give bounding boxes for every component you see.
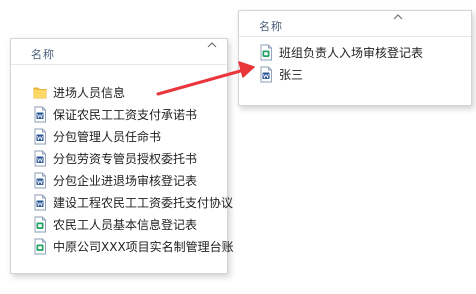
- file-name: 分包企业进退场审核登记表: [53, 173, 198, 188]
- left-file-pane: 名称 进场人员信息 保证农民工工资支付承诺书 分包管理人员任命书 分包劳资专管员…: [10, 38, 234, 274]
- word-doc-icon: [33, 194, 47, 211]
- file-name: 分包劳资专管员授权委托书: [53, 151, 198, 166]
- file-name: 分包管理人员任命书: [53, 129, 162, 144]
- list-item[interactable]: 中原公司XXX项目实名制管理台账: [11, 235, 234, 257]
- file-name: 班组负责人入场审核登记表: [279, 45, 424, 60]
- list-item[interactable]: 分包企业进退场审核登记表: [11, 169, 227, 191]
- file-name: 农民工人员基本信息登记表: [53, 217, 198, 232]
- word-doc-icon: [33, 150, 47, 167]
- excel-doc-icon: [259, 44, 273, 61]
- file-name: 进场人员信息: [53, 85, 126, 100]
- word-doc-icon: [259, 66, 273, 83]
- file-name: 张三: [279, 67, 304, 82]
- sort-ascending-icon[interactable]: [207, 41, 217, 49]
- file-name: 保证农民工工资支付承诺书: [53, 107, 198, 122]
- name-column-header[interactable]: 名称: [11, 39, 227, 65]
- name-column-label: 名称: [31, 48, 55, 61]
- list-item[interactable]: 农民工人员基本信息登记表: [11, 213, 227, 235]
- explorer-stage: 名称 进场人员信息 保证农民工工资支付承诺书 分包管理人员任命书 分包劳资专管员…: [0, 0, 476, 294]
- word-doc-icon: [33, 128, 47, 145]
- file-list: 进场人员信息 保证农民工工资支付承诺书 分包管理人员任命书 分包劳资专管员授权委…: [11, 65, 234, 257]
- name-column-header[interactable]: 名称: [239, 11, 471, 37]
- list-item[interactable]: 建设工程农民工工资委托支付协议: [11, 191, 233, 213]
- folder-icon: [33, 84, 47, 101]
- excel-doc-icon: [33, 216, 47, 233]
- file-name: 中原公司XXX项目实名制管理台账: [53, 239, 234, 254]
- list-item[interactable]: 分包管理人员任命书: [11, 125, 227, 147]
- list-item[interactable]: 分包劳资专管员授权委托书: [11, 147, 227, 169]
- name-column-label: 名称: [259, 20, 283, 33]
- word-doc-icon: [33, 106, 47, 123]
- word-doc-icon: [33, 172, 47, 189]
- list-item[interactable]: 保证农民工工资支付承诺书: [11, 103, 227, 125]
- list-item-folder[interactable]: 进场人员信息: [11, 81, 227, 103]
- file-list: 班组负责人入场审核登记表 张三: [239, 37, 471, 85]
- sort-ascending-icon[interactable]: [393, 13, 403, 21]
- list-item[interactable]: 班组负责人入场审核登记表: [239, 41, 471, 63]
- file-name: 建设工程农民工工资委托支付协议: [53, 195, 234, 210]
- list-item[interactable]: 张三: [239, 63, 471, 85]
- excel-doc-icon: [33, 238, 47, 255]
- right-file-pane: 名称 班组负责人入场审核登记表 张三: [238, 10, 472, 106]
